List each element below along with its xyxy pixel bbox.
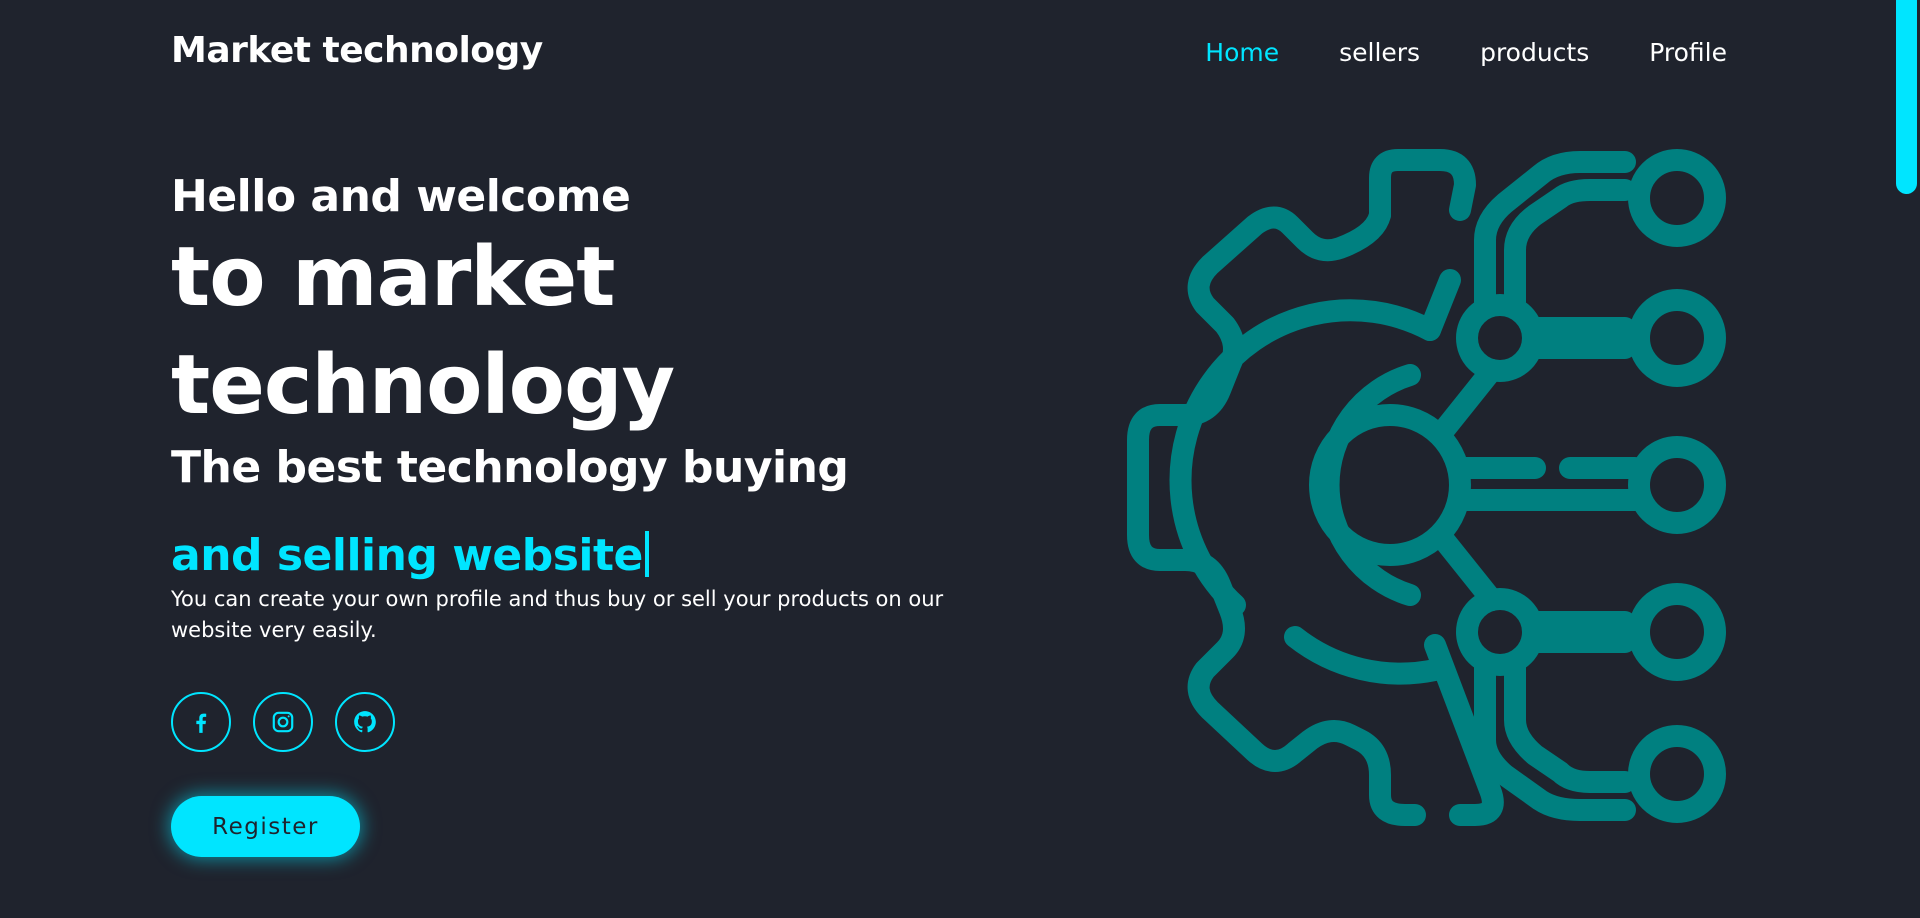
typing-cursor (644, 531, 649, 577)
nav-products[interactable]: products (1480, 38, 1589, 67)
instagram-link[interactable] (253, 692, 313, 752)
facebook-icon (196, 713, 207, 733)
nav-profile[interactable]: Profile (1649, 38, 1727, 67)
hero-description: You can create your own profile and thus… (171, 587, 944, 642)
scrollbar-thumb[interactable] (1896, 0, 1917, 194)
facebook-link[interactable] (171, 692, 231, 752)
nav-home[interactable]: Home (1205, 38, 1279, 67)
social-links (171, 692, 951, 752)
hero-subtitle: The best technology buying (171, 442, 849, 493)
page: Market technology Home sellers products … (0, 0, 1920, 918)
hero-greeting: Hello and welcome (171, 171, 631, 222)
hero-title-line1: to market (171, 230, 615, 325)
scrollbar[interactable] (1892, 0, 1920, 918)
nav-sellers[interactable]: sellers (1339, 38, 1420, 67)
typed-text: and selling website (171, 530, 643, 581)
hero-section: Hello and welcome to market technology T… (171, 170, 951, 857)
instagram-icon (272, 711, 294, 733)
register-button[interactable]: Register (171, 796, 360, 857)
github-icon (354, 711, 376, 733)
site-logo[interactable]: Market technology (171, 30, 543, 71)
main-nav: Home sellers products Profile (1205, 38, 1727, 67)
hero-title-line2: technology (171, 338, 675, 433)
github-link[interactable] (335, 692, 395, 752)
typed-text-line: and selling website (171, 530, 951, 582)
gear-circuit-icon (1127, 149, 1726, 826)
